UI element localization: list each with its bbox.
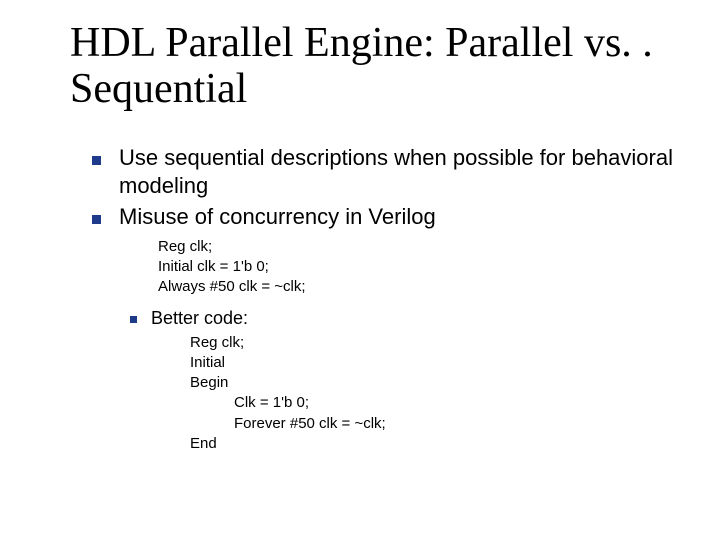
bullet-text: Misuse of concurrency in Verilog [119, 203, 436, 231]
code-line: End [190, 434, 680, 454]
sub-bullet-text: Better code: [151, 308, 248, 329]
square-bullet-icon [92, 156, 101, 165]
slide: HDL Parallel Engine: Parallel vs. . Sequ… [0, 0, 720, 474]
code-line: Reg clk; [190, 333, 680, 353]
bullet-text: Use sequential descriptions when possibl… [119, 144, 680, 199]
sub-bullet-item: Better code: [130, 308, 680, 329]
code-block-1: Reg clk; Initial clk = 1'b 0; Always #50… [158, 237, 680, 298]
code-line: Clk = 1'b 0; [234, 393, 680, 413]
code-line: Begin [190, 373, 680, 393]
code-line: Reg clk; [158, 237, 680, 257]
square-bullet-icon [130, 316, 137, 323]
bullet-item-2: Misuse of concurrency in Verilog [92, 203, 680, 231]
code-block-2: Reg clk; Initial Begin Clk = 1'b 0; Fore… [190, 333, 680, 455]
code-line: Initial clk = 1'b 0; [158, 257, 680, 277]
bullet-item-1: Use sequential descriptions when possibl… [92, 144, 680, 199]
code-line: Initial [190, 353, 680, 373]
code-line: Forever #50 clk = ~clk; [234, 414, 680, 434]
square-bullet-icon [92, 215, 101, 224]
code-line: Always #50 clk = ~clk; [158, 277, 680, 297]
slide-title: HDL Parallel Engine: Parallel vs. . Sequ… [70, 20, 680, 112]
